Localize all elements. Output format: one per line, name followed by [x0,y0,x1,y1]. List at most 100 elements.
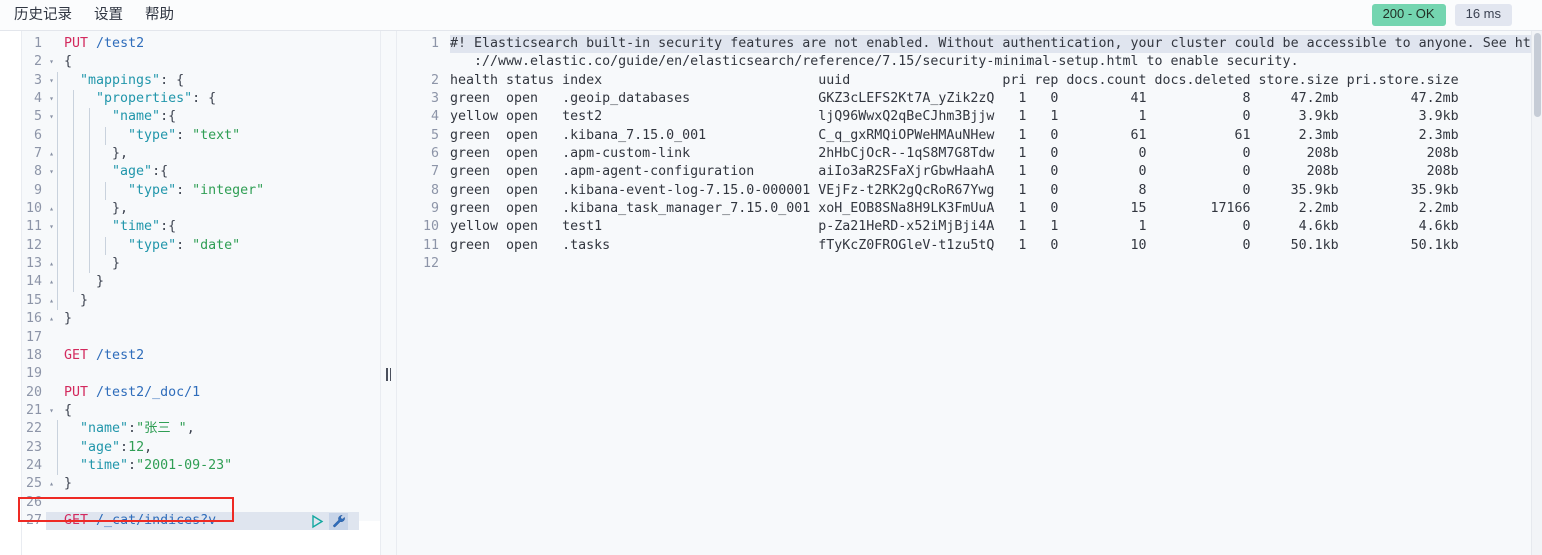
line-text: { [64,54,73,70]
indent-guide [57,236,58,256]
request-line[interactable]: 16 ▴} [0,310,359,328]
line-number: 7 [430,164,439,180]
play-icon[interactable] [311,514,324,529]
row-text: yellow open test1 p-Za21HeRD-x52iMjBji4A… [450,219,1459,235]
fold-collapse-icon[interactable]: ▾ [46,53,57,71]
response-table-row: 6 green open .apm-custom-link 2hHbCjOcR--… [397,145,1530,163]
line-number: 6 [430,146,439,162]
fold-collapse-icon[interactable]: ▾ [46,72,57,90]
request-line[interactable]: 18 GET /test2 [0,347,359,365]
fold-collapse-icon[interactable]: ▾ [46,108,57,126]
line-text: "type": "date" [64,237,241,253]
indent-guide [89,218,90,237]
fold-expand-icon[interactable]: ▴ [46,310,57,328]
request-line[interactable]: 20 PUT /test2/_doc/1 [0,384,359,402]
request-line[interactable]: 15 ▴ } [0,291,359,311]
request-editor-pane[interactable]: 1 PUT /test2 2 ▾{3 ▾ "mappings": {4 ▾ "proper… [0,31,381,555]
request-line[interactable]: 21 ▾ { [0,402,359,420]
request-line[interactable]: 25 ▴} [0,475,359,493]
indent-guide [57,420,58,439]
fold-expand-icon[interactable]: ▴ [46,273,57,291]
fold-expand-icon[interactable]: ▴ [46,475,57,493]
request-line[interactable]: 10 ▴ }, [0,200,359,219]
row-text: green open .apm-agent-configuration aiIo… [450,164,1459,180]
row-text: yellow open test2 ljQ96WwxQ2qBeCJhm3Bjjw… [450,109,1459,125]
request-line[interactable]: 5 ▾ "name":{ [0,108,359,127]
menu-history[interactable]: 历史记录 [14,8,72,23]
request-line[interactable]: 9 "type": "integer" [0,181,359,201]
response-table-row: 9 green open .kibana_task_manager_7.15.0_… [397,200,1530,218]
fold-collapse-icon[interactable]: ▾ [46,402,57,420]
fold-collapse-icon[interactable]: ▾ [46,218,57,236]
fold-expand-icon[interactable]: ▴ [46,200,57,218]
request-line[interactable]: 3 ▾ "mappings": { [0,71,359,91]
indent-guide [73,145,74,164]
fold-expand-icon[interactable]: ▴ [46,292,57,310]
menu-settings[interactable]: 设置 [94,8,123,23]
response-table-header: 2 health status index uuid pri rep docs.c… [397,72,1530,90]
line-text: } [64,292,89,308]
fold-expand-icon[interactable]: ▴ [46,145,57,163]
line-text: "name":{ [64,109,177,125]
line-number: 7 [33,146,42,162]
request-line[interactable]: 12 "type": "date" [0,236,359,256]
row-text: green open .kibana_task_manager_7.15.0_0… [450,201,1459,217]
response-vertical-scrollbar[interactable] [1531,31,1542,555]
request-line[interactable]: 2 ▾ { [0,53,359,71]
indent-guide [73,218,74,237]
line-number: 19 [25,366,42,382]
line-number: 4 [430,109,439,125]
scrollbar-thumb[interactable] [1534,33,1541,117]
line-number: 24 [25,457,42,473]
line-number: 12 [422,256,439,272]
line-number: 20 [25,384,42,400]
row-text: green open .geoip_databases GKZ3cLEFS2Kt… [450,91,1459,107]
request-line[interactable]: 23 "age":12, [0,438,359,457]
indent-guide [73,200,74,219]
line-text: } [64,476,73,492]
request-line[interactable]: 13 ▴ } [0,255,359,274]
fold-expand-icon[interactable]: ▴ [46,255,57,273]
request-line[interactable]: 27 GET /_cat/indices?v [0,511,359,531]
indent-guide [89,181,90,201]
pane-splitter[interactable] [381,31,397,555]
fold-collapse-icon[interactable]: ▾ [46,163,57,181]
response-table-row: 7 green open .apm-agent-configuration aiI… [397,163,1530,181]
main-split: 1 PUT /test2 2 ▾{3 ▾ "mappings": {4 ▾ "proper… [0,31,1542,555]
fold-collapse-icon[interactable]: ▾ [46,90,57,108]
indent-guide [57,218,58,237]
line-text: }, [64,201,129,217]
request-line[interactable]: 4 ▾ "properties": { [0,90,359,109]
line-number: 15 [25,292,42,308]
line-number: 8 [430,182,439,198]
response-pane[interactable]: 1 #! Elasticsearch built-in security feat… [397,31,1542,555]
indent-guide [105,181,106,201]
line-text: "mappings": { [64,72,185,88]
line-number: 14 [25,274,42,290]
line-number: 9 [33,182,42,198]
wrench-icon[interactable] [329,512,348,530]
request-line[interactable]: 17 [0,329,359,347]
request-line[interactable]: 11 ▾ "time":{ [0,218,359,237]
line-text: GET /_cat/indices?v [64,512,217,528]
request-code-lines[interactable]: 1 PUT /test2 2 ▾{3 ▾ "mappings": {4 ▾ "proper… [0,35,359,531]
menu-help[interactable]: 帮助 [145,8,174,23]
row-text: green open .tasks fTyKcZ0FROGleV-t1zu5tQ… [450,237,1459,253]
request-line[interactable]: 14 ▴ } [0,273,359,292]
line-number: 17 [25,329,42,345]
request-line[interactable]: 26 [0,494,359,512]
response-table-row: 3 green open .geoip_databases GKZ3cLEFS2K… [397,90,1530,108]
response-table-row: 4 yellow open test2 ljQ96WwxQ2qBeCJhm3Bjj… [397,108,1530,126]
request-line[interactable]: 6 "type": "text" [0,126,359,146]
indent-guide [89,108,90,127]
request-line[interactable]: 8 ▾ "age":{ [0,163,359,182]
request-line[interactable]: 19 [0,365,359,383]
response-code-lines[interactable]: 1 #! Elasticsearch built-in security feat… [397,35,1542,273]
request-line[interactable]: 7 ▴ }, [0,145,359,164]
request-line[interactable]: 22 "name":"张三 ", [0,420,359,439]
table-header-text: health status index uuid pri rep docs.co… [450,72,1459,88]
request-line[interactable]: 1 PUT /test2 [0,35,359,53]
line-number: 10 [422,219,439,235]
warning-text-wrap: #! Elasticsearch built-in security featu… [443,35,1542,72]
request-line[interactable]: 24 "time":"2001-09-23" [0,456,359,476]
